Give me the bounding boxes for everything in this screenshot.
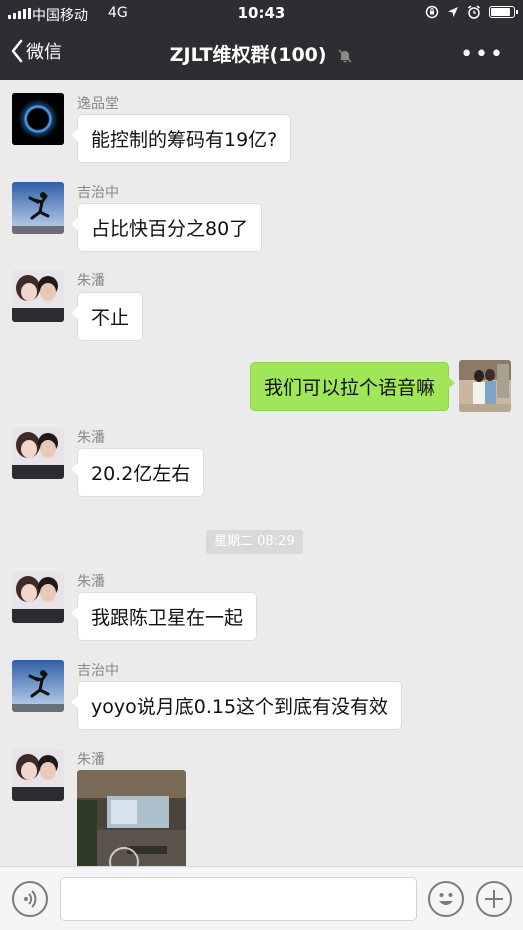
chat-title: ZJLT维权群(100)	[0, 40, 523, 67]
muted-bell-icon	[338, 48, 352, 63]
avatar[interactable]	[12, 270, 64, 322]
location-arrow-icon	[448, 7, 458, 17]
avatar[interactable]	[12, 93, 64, 145]
more-options-button[interactable]: •••	[460, 42, 505, 67]
office-photo-thumbnail	[77, 770, 186, 866]
jumping-person-avatar-image	[12, 182, 64, 234]
message-bubble[interactable]: 20.2亿左右	[70, 448, 205, 497]
time-separator: 星期二 08:29	[206, 530, 303, 554]
sender-name: 吉治中	[77, 663, 119, 679]
rotation-lock-icon	[425, 5, 439, 19]
couple-avatar-image	[12, 427, 64, 479]
status-bar: 中国移动 4G 10:43	[0, 0, 523, 28]
sender-name: 朱潘	[77, 752, 105, 768]
battery-icon	[489, 6, 518, 18]
sender-name: 朱潘	[77, 273, 105, 289]
message-bubble[interactable]: 能控制的筹码有19亿?	[70, 114, 292, 163]
avatar[interactable]	[12, 571, 64, 623]
group-name: ZJLT维权群(100)	[169, 44, 327, 66]
image-message[interactable]	[77, 770, 186, 866]
avatar[interactable]	[12, 427, 64, 479]
voice-input-button[interactable]	[12, 881, 48, 917]
more-functions-button[interactable]	[476, 881, 512, 917]
message-bubble[interactable]: 不止	[70, 292, 144, 341]
own-couple-avatar-image	[459, 360, 511, 412]
avatar[interactable]	[12, 182, 64, 234]
couple-avatar-image	[12, 270, 64, 322]
message-bubble[interactable]: 我跟陈卫星在一起	[70, 592, 258, 641]
own-message-bubble[interactable]: 我们可以拉个语音嘛	[249, 362, 456, 411]
message-bubble[interactable]: yoyo说月底0.15这个到底有没有效	[70, 681, 403, 730]
couple-avatar-image	[12, 749, 64, 801]
sender-name: 逸品堂	[77, 96, 119, 112]
alarm-icon	[468, 5, 480, 19]
voice-icon	[24, 890, 37, 908]
input-bar	[0, 866, 523, 930]
sender-name: 朱潘	[77, 430, 105, 446]
message-bubble[interactable]: 占比快百分之80了	[70, 203, 263, 252]
own-avatar[interactable]	[459, 360, 511, 412]
avatar[interactable]	[12, 660, 64, 712]
message-input[interactable]	[60, 877, 417, 921]
chat-header: 微信 ZJLT维权群(100) •••	[0, 28, 523, 80]
avatar[interactable]	[12, 749, 64, 801]
emoji-button[interactable]	[428, 881, 464, 917]
eclipse-avatar-image	[12, 93, 64, 145]
jumping-person-avatar-image	[12, 660, 64, 712]
plus-icon	[485, 890, 503, 908]
message-list[interactable]: 逸品堂 能控制的筹码有19亿? 吉治中 占比快百分之80了 朱潘 不止 我们可以…	[0, 80, 523, 866]
sender-name: 朱潘	[77, 574, 105, 590]
smiley-icon	[439, 893, 453, 905]
couple-avatar-image	[12, 571, 64, 623]
sender-name: 吉治中	[77, 185, 119, 201]
